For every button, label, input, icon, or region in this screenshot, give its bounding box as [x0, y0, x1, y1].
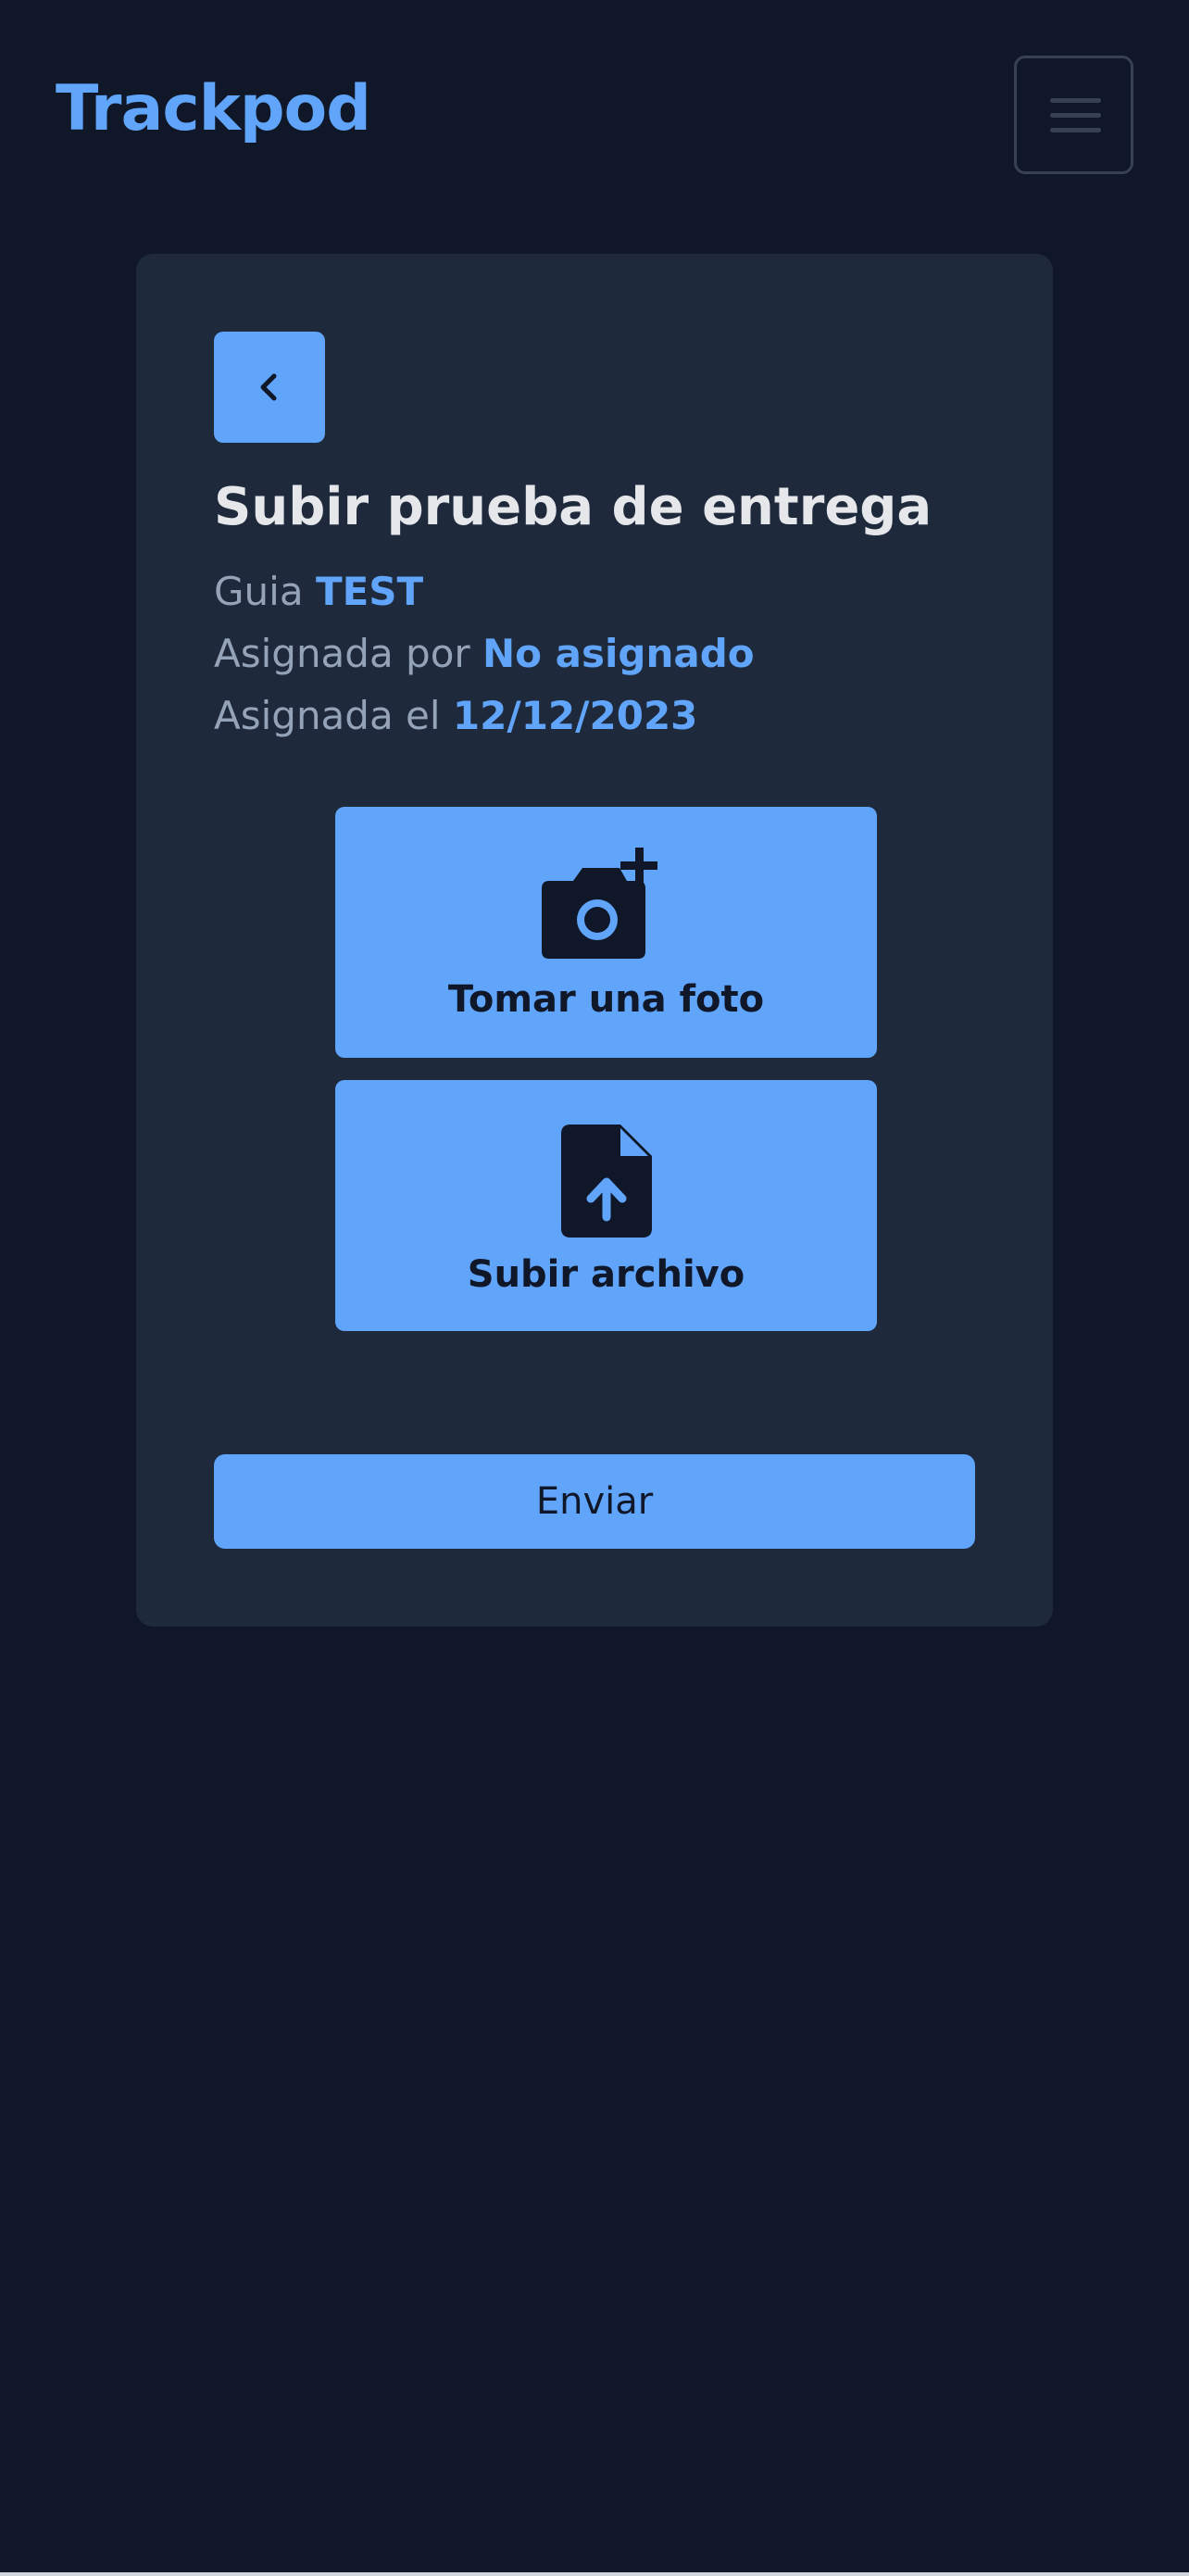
assigned-by-value: No asignado [482, 631, 755, 676]
file-upload-icon [560, 1125, 652, 1238]
menu-bar-middle [1050, 113, 1101, 118]
page-title: Subir prueba de entrega [214, 477, 932, 537]
back-button[interactable] [214, 332, 325, 443]
menu-bar-top [1050, 98, 1101, 103]
guide-label: Guia [214, 569, 304, 614]
proof-of-delivery-card: Subir prueba de entrega Guia TEST Asigna… [136, 254, 1053, 1627]
chevron-left-icon [260, 373, 277, 401]
guide-value: TEST [315, 569, 424, 614]
upload-file-label: Subir archivo [467, 1253, 745, 1296]
assigned-date-info: Asignada el 12/12/2023 [214, 693, 697, 739]
assigned-date-value: 12/12/2023 [452, 693, 698, 738]
menu-toggle-button[interactable] [1014, 56, 1133, 174]
menu-bar-bottom [1050, 128, 1101, 132]
take-photo-label: Tomar una foto [447, 978, 765, 1021]
assigned-date-label: Asignada el [214, 693, 441, 738]
assigned-by-info: Asignada por No asignado [214, 631, 755, 677]
take-photo-button[interactable]: Tomar una foto [335, 807, 877, 1058]
camera-plus-icon [541, 848, 657, 959]
bottom-divider [0, 2572, 1189, 2576]
upload-file-button[interactable]: Subir archivo [335, 1080, 877, 1331]
guide-info: Guia TEST [214, 569, 423, 615]
assigned-by-label: Asignada por [214, 631, 470, 676]
brand-logo-text[interactable]: Trackpod [56, 78, 371, 141]
submit-button[interactable]: Enviar [214, 1454, 975, 1549]
navbar: Trackpod [0, 0, 1189, 232]
